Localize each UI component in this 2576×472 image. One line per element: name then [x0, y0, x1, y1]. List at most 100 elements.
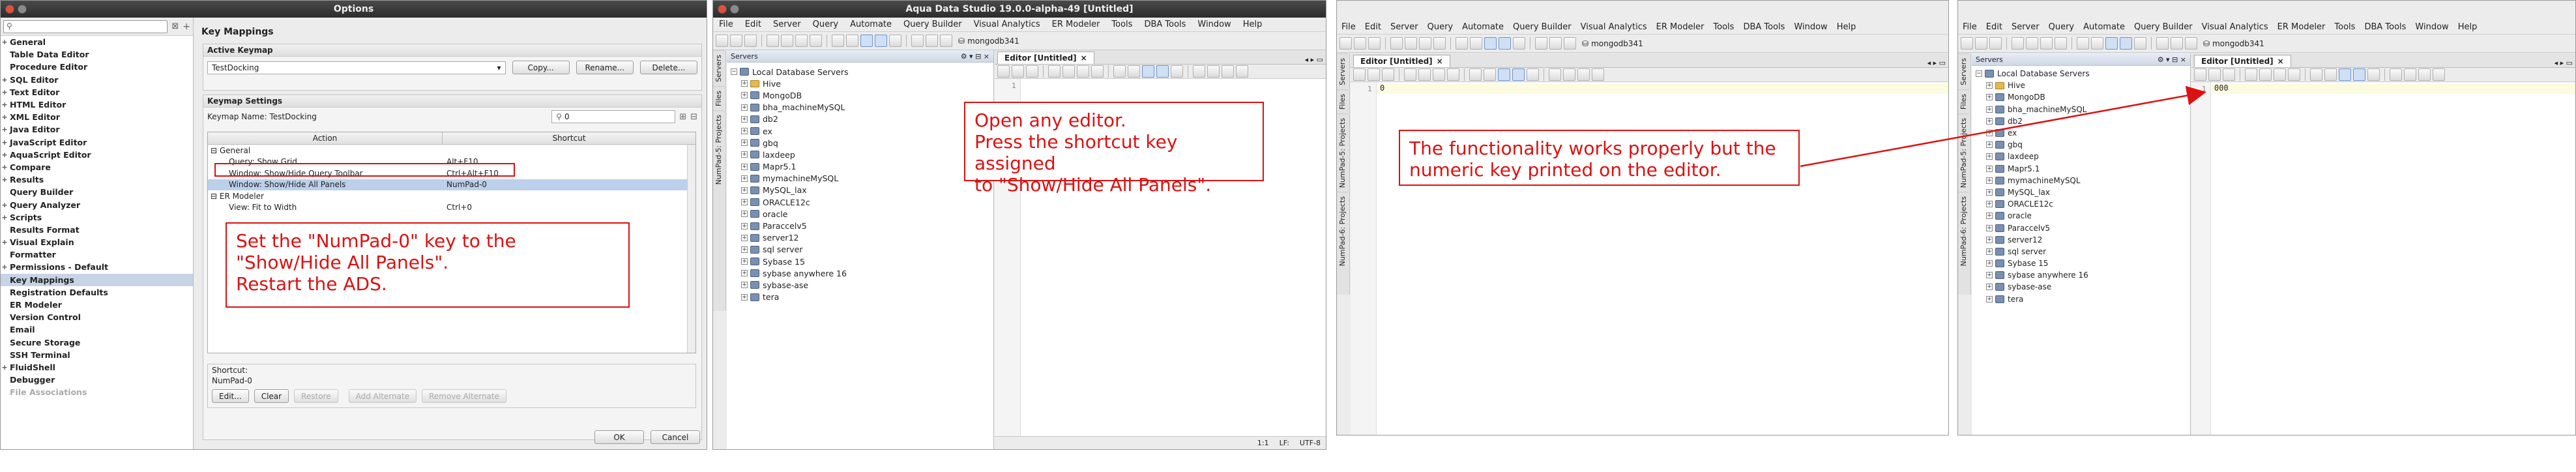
table-row[interactable]: ⊟ ER Modeler — [208, 190, 695, 202]
list-item[interactable]: + Hive — [1976, 80, 2190, 91]
toolbar-button-icon[interactable] — [1563, 68, 1575, 81]
list-item[interactable]: + tera — [1976, 293, 2190, 305]
keymap-search-input[interactable]: ⚲ 0 — [551, 110, 676, 123]
expand-icon[interactable]: + — [1986, 165, 1993, 172]
expand-icon[interactable]: + — [1, 238, 8, 246]
menu-automate[interactable]: Automate — [844, 20, 898, 29]
close-tab-icon[interactable]: × — [1437, 57, 1443, 66]
toolbar-button-icon[interactable] — [2040, 37, 2053, 50]
side-tab-servers[interactable]: Servers — [713, 50, 724, 86]
toolbar-button-icon[interactable] — [2245, 68, 2257, 81]
toolbar-button-icon[interactable] — [940, 35, 952, 47]
toolbar-button-icon[interactable] — [1062, 65, 1075, 78]
expand-icon[interactable]: + — [1, 363, 8, 372]
list-item[interactable]: + sql server — [731, 244, 993, 256]
nav-item-query-analyzer[interactable]: + Query Analyzer — [1, 198, 193, 211]
nav-item-javascript-editor[interactable]: + JavaScript Editor — [1, 136, 193, 149]
expand-icon[interactable]: + — [741, 211, 748, 218]
toolbar-button-icon[interactable] — [2404, 68, 2416, 81]
list-item[interactable]: + db2 — [1976, 115, 2190, 127]
expand-icon[interactable]: + — [1, 213, 8, 222]
expand-icon[interactable]: + — [1986, 260, 1993, 267]
list-item[interactable]: + Sybase 15 — [731, 256, 993, 267]
toolbar-button-icon[interactable] — [1433, 68, 1445, 81]
menu-server[interactable]: Server — [767, 20, 807, 29]
menu-help[interactable]: Help — [1237, 20, 1268, 29]
nav-item-aquascript-editor[interactable]: + AquaScript Editor — [1, 149, 193, 161]
side-tab-files[interactable]: Files — [1337, 89, 1348, 113]
toolbar-button-icon[interactable] — [1989, 37, 2002, 50]
collapse-icon[interactable]: ⊟ — [211, 192, 220, 201]
toolbar-button-icon[interactable] — [1156, 65, 1169, 78]
menu-dba-tools[interactable]: DBA Tools — [2360, 22, 2410, 32]
side-tab-numpad-5-projects[interactable]: NumPad-5: Projects — [713, 110, 724, 189]
menu-server[interactable]: Server — [1386, 22, 1423, 32]
nav-item-version-control[interactable]: Version Control — [1, 311, 193, 323]
expand-icon[interactable]: + — [1, 88, 8, 96]
menu-file[interactable]: File — [1958, 22, 1982, 32]
rename-button[interactable]: Rename... — [576, 61, 634, 74]
table-row[interactable]: ⊟ General — [208, 145, 695, 156]
list-item[interactable]: + gbq — [1976, 139, 2190, 151]
list-item[interactable]: + gbq — [731, 137, 993, 149]
expand-icon[interactable]: + — [1, 113, 8, 121]
expand-icon[interactable]: + — [741, 234, 748, 241]
expand-icon[interactable]: + — [741, 199, 748, 206]
expand-icon[interactable]: + — [1986, 201, 1993, 208]
list-item[interactable]: + laxdeep — [1976, 151, 2190, 162]
clear-button[interactable]: Clear — [254, 389, 289, 403]
side-tab-numpad-6-projects[interactable]: NumPad-6: Projects — [1337, 192, 1348, 271]
tab-nav-icon[interactable]: ◂ ▸ ▭ — [2554, 59, 2575, 67]
menu-query-builder[interactable]: Query Builder — [1508, 22, 1576, 32]
toolbar-button-icon[interactable] — [1470, 37, 1482, 50]
nav-item-scripts[interactable]: + Scripts — [1, 211, 193, 224]
toolbar-button-icon[interactable] — [1975, 37, 1987, 50]
toolbar-button-icon[interactable] — [1012, 65, 1024, 78]
toolbar-button-icon[interactable] — [846, 35, 858, 47]
list-item[interactable]: + mymachineMySQL — [1976, 175, 2190, 186]
list-item[interactable]: + server12 — [1976, 234, 2190, 246]
toolbar-button-icon[interactable] — [1549, 37, 1562, 50]
minimize-icon[interactable] — [730, 5, 739, 14]
add-alternate-button[interactable]: Add Alternate — [348, 389, 417, 403]
toolbar-button-icon[interactable] — [744, 35, 757, 47]
toolbar-button-icon[interactable] — [2367, 68, 2380, 81]
toolbar-button-icon[interactable] — [1368, 37, 1381, 50]
toolbar-button-icon[interactable] — [2418, 68, 2431, 81]
toolbar-button-icon[interactable] — [2012, 37, 2024, 50]
side-tab-files[interactable]: Files — [713, 85, 724, 110]
toolbar-button-icon[interactable] — [2105, 37, 2118, 50]
toolbar-button-icon[interactable] — [911, 35, 924, 47]
list-item[interactable]: + ORACLE12c — [1976, 198, 2190, 210]
nav-item-registration-defaults[interactable]: Registration Defaults — [1, 286, 193, 299]
list-item[interactable]: + sybase anywhere 16 — [1976, 269, 2190, 281]
expand-icon[interactable]: + — [1986, 236, 1993, 243]
toolbar-button-icon[interactable] — [2091, 37, 2103, 50]
toolbar-button-icon[interactable] — [926, 35, 938, 47]
list-item[interactable]: + bha_machineMySQL — [1976, 104, 2190, 115]
expand-icon[interactable]: + — [1986, 248, 1993, 255]
menu-dba-tools[interactable]: DBA Tools — [1738, 22, 1789, 32]
toolbar-button-icon[interactable] — [1026, 65, 1038, 78]
cancel-button[interactable]: Cancel — [651, 430, 700, 444]
toolbar-button-icon[interactable] — [2223, 68, 2235, 81]
expand-icon[interactable]: + — [741, 270, 748, 277]
toolbar-button-icon[interactable] — [1469, 68, 1482, 81]
nav-item-sql-editor[interactable]: + SQL Editor — [1, 74, 193, 86]
column-header-action[interactable]: Action — [208, 132, 443, 144]
toolbar-button-icon[interactable] — [810, 35, 822, 47]
list-item[interactable]: + MySQL_lax — [731, 184, 993, 196]
toolbar-button-icon[interactable] — [1549, 68, 1561, 81]
toolbar-button-icon[interactable] — [2390, 68, 2402, 81]
nav-item-procedure-editor[interactable]: Procedure Editor — [1, 61, 193, 73]
nav-item-er-modeler[interactable]: ER Modeler — [1, 299, 193, 311]
toolbar-button-icon[interactable] — [2134, 37, 2146, 50]
toolbar-button-icon[interactable] — [1113, 65, 1126, 78]
toolbar-button-icon[interactable] — [2339, 68, 2351, 81]
nav-item-results[interactable]: + Results — [1, 173, 193, 186]
menu-visual-analytics[interactable]: Visual Analytics — [968, 20, 1046, 29]
expand-icon[interactable]: + — [1986, 272, 1993, 279]
nav-item-general[interactable]: + General — [1, 36, 193, 48]
expand-icon[interactable]: + — [1, 175, 8, 184]
menu-visual-analytics[interactable]: Visual Analytics — [2197, 22, 2273, 32]
